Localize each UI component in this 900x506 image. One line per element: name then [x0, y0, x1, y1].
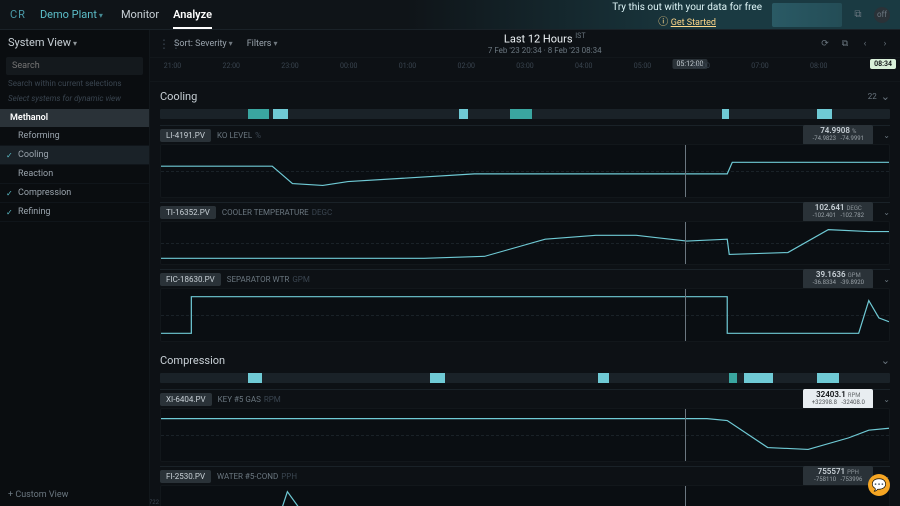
sensor-desc: WATER #5-COND: [217, 472, 278, 481]
density-strip: [160, 109, 890, 119]
axis-tick: 07:00: [751, 62, 768, 70]
tree-item-reforming[interactable]: Reforming: [0, 127, 149, 146]
chart-plot[interactable]: 790722: [160, 485, 890, 506]
axis-tick: 00:00: [340, 62, 357, 70]
tree-item-label: Reaction: [18, 169, 53, 179]
user-badge[interactable]: off: [874, 7, 890, 23]
tree-item-label: Reforming: [18, 131, 60, 141]
view-selector[interactable]: System View: [0, 30, 149, 55]
scrub-cursor[interactable]: [685, 409, 686, 461]
axis-tick: 04:00: [575, 62, 592, 70]
sort-dropdown[interactable]: Sort: Severity: [174, 39, 233, 49]
value-tooltip: 39.1636GPM-36.8334 -39.8920: [803, 269, 873, 288]
promo-illustration: [772, 3, 842, 27]
info-icon: ⓘ: [658, 17, 670, 28]
sensor-tag[interactable]: FI-2530.PV: [160, 470, 211, 483]
chart-expand-icon[interactable]: ⌄: [883, 275, 890, 284]
search-input[interactable]: [6, 57, 143, 75]
end-time-badge: 08:34: [870, 59, 896, 69]
filters-dropdown[interactable]: Filters: [247, 39, 278, 49]
axis-tick: 03:00: [516, 62, 533, 70]
sensor-tag[interactable]: TI-16352.PV: [160, 206, 216, 219]
sensor-unit: GPM: [292, 275, 309, 284]
search-hint: Search within current selections: [0, 77, 149, 92]
timezone-label: IST: [575, 32, 585, 40]
sensor-unit: PPH: [281, 472, 297, 481]
cta-text: Try this out with your data for free: [612, 2, 762, 13]
value-tooltip: 74.9908%-74.9823 -74.9991: [803, 125, 873, 144]
drag-handle-icon[interactable]: ⋮⋮: [158, 38, 168, 50]
external-link-icon[interactable]: ⧉: [850, 7, 866, 23]
chart-plot[interactable]: [160, 288, 890, 342]
section-title: Cooling: [160, 90, 197, 103]
chart-expand-icon[interactable]: ⌄: [883, 131, 890, 140]
tree-item-reaction[interactable]: Reaction: [0, 165, 149, 184]
sensor-tag[interactable]: FIC-18630.PV: [160, 273, 221, 286]
section-collapse-icon[interactable]: ⌄: [881, 90, 890, 103]
value-tooltip: 32403.1RPM+32398.8 -32408.0: [803, 389, 873, 408]
tree-group-methanol[interactable]: Methanol: [0, 109, 149, 127]
axis-tick: 02:00: [458, 62, 475, 70]
refresh-icon[interactable]: ⟳: [818, 37, 832, 51]
axis-tick: 21:00: [164, 62, 181, 70]
axis-tick: 08:00: [810, 62, 827, 70]
tree-item-label: Compression: [18, 188, 71, 198]
copy-icon[interactable]: ⧉: [838, 37, 852, 51]
time-axis[interactable]: 05:12:00 08:34 21:0022:0023:0000:0001:00…: [150, 58, 900, 82]
scrub-cursor[interactable]: [685, 289, 686, 341]
chart-expand-icon[interactable]: ⌄: [883, 395, 890, 404]
axis-tick: 05:00: [634, 62, 651, 70]
tree-item-label: Refining: [18, 207, 51, 217]
sensor-desc: COOLER TEMPERATURE: [222, 208, 309, 217]
sensor-tag[interactable]: LI-4191.PV: [160, 129, 211, 142]
tree-item-cooling[interactable]: ✓ Cooling: [0, 146, 149, 165]
tree-hint: Select systems for dynamic view: [0, 92, 149, 109]
range-title: Last 12 Hours: [504, 33, 573, 46]
nav-monitor[interactable]: Monitor: [121, 0, 159, 29]
density-strip: [160, 373, 890, 383]
section-collapse-icon[interactable]: ⌄: [881, 354, 890, 367]
sensor-desc: SEPARATOR WTR: [227, 275, 290, 284]
scrub-cursor[interactable]: [685, 486, 686, 506]
sensor-unit: DEGC: [312, 208, 332, 217]
axis-tick: 06:00: [693, 62, 710, 70]
scrub-cursor[interactable]: [685, 222, 686, 264]
help-fab[interactable]: 💬: [868, 474, 890, 496]
sensor-unit: RPM: [264, 395, 281, 404]
cta-link[interactable]: Get Started: [671, 18, 716, 28]
section-title: Compression: [160, 354, 225, 367]
sensor-unit: %: [255, 131, 261, 140]
sensor-desc: KO LEVEL: [217, 131, 252, 140]
prev-icon[interactable]: ‹: [858, 37, 872, 51]
y-tick: 790722: [150, 499, 159, 506]
next-icon[interactable]: ›: [878, 37, 892, 51]
scrub-cursor[interactable]: [685, 145, 686, 197]
value-tooltip: 755571PPH-758110 -753996: [803, 466, 873, 485]
plant-selector[interactable]: Demo Plant: [40, 8, 103, 21]
nav-analyze[interactable]: Analyze: [173, 0, 212, 29]
sensor-desc: KEY #5 GAS: [218, 395, 261, 404]
sensor-tag[interactable]: XI-6404.PV: [160, 393, 212, 406]
check-icon: ✓: [6, 151, 13, 160]
check-icon: ✓: [6, 208, 13, 217]
value-tooltip: 102.641DEGC-102.401 -102.782: [803, 202, 873, 221]
check-icon: ✓: [6, 189, 13, 198]
chart-plot[interactable]: [160, 221, 890, 265]
cta-banner: Try this out with your data for free ⓘ G…: [612, 2, 762, 28]
tree-item-label: Cooling: [18, 150, 49, 160]
range-subtitle: 7 Feb '23 20:34 · 8 Feb '23 08:34: [277, 46, 812, 55]
tree-item-compression[interactable]: ✓ Compression: [0, 184, 149, 203]
chart-plot[interactable]: [160, 408, 890, 462]
axis-tick: 01:00: [399, 62, 416, 70]
section-count: 22: [868, 92, 877, 101]
axis-tick: 23:00: [281, 62, 298, 70]
axis-tick: 22:00: [223, 62, 240, 70]
chart-plot[interactable]: [160, 144, 890, 198]
custom-view-button[interactable]: Custom View: [0, 484, 149, 506]
tree-item-refining[interactable]: ✓ Refining: [0, 203, 149, 222]
chart-expand-icon[interactable]: ⌄: [883, 208, 890, 217]
app-logo: CR: [10, 8, 26, 21]
